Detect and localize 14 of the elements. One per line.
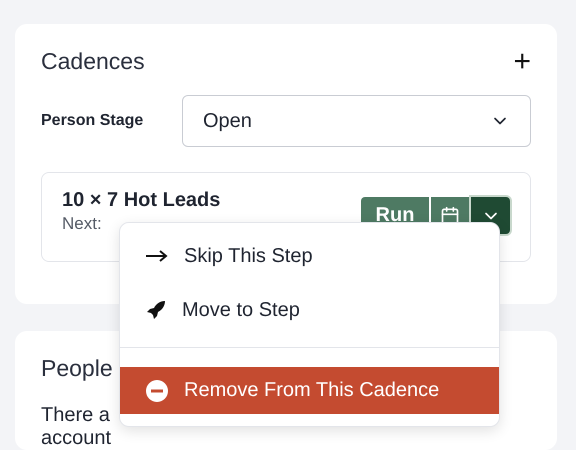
cadence-name: 10 × 7 Hot Leads [62, 189, 220, 212]
menu-item[interactable]: Remove From This Cadence [120, 367, 499, 414]
card-title: People [41, 355, 114, 382]
minus-circle-icon [146, 380, 168, 402]
next-step-text: Next: [62, 214, 103, 234]
rocket-icon [146, 300, 166, 320]
field-label: Person Stage [41, 112, 144, 130]
card-title: Cadences [41, 48, 145, 75]
people-text: There a [41, 404, 111, 427]
menu-item[interactable]: Move to Step [120, 283, 499, 337]
arrow-right-icon [146, 250, 168, 262]
stage-select[interactable]: Open [182, 95, 531, 147]
people-text: account [41, 427, 112, 450]
add-button[interactable]: + [513, 50, 531, 74]
